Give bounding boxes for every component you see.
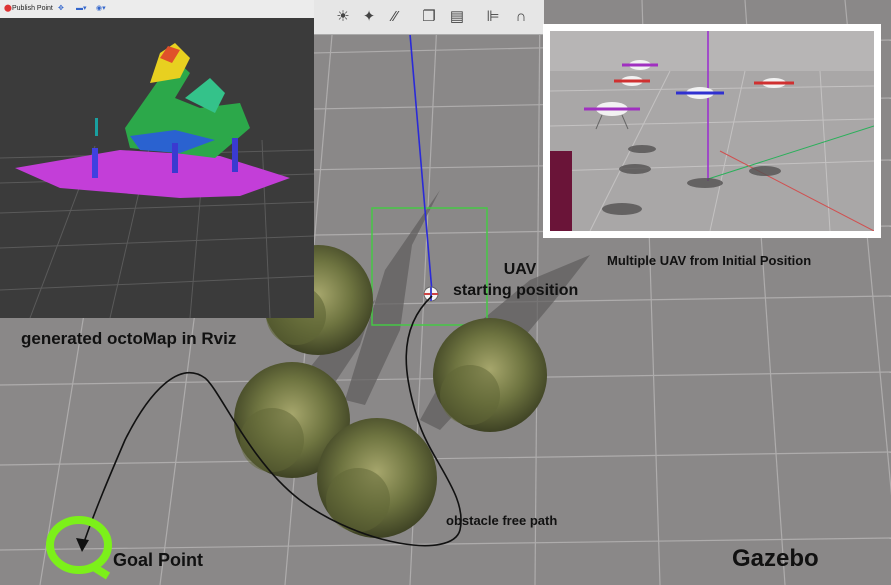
focus-camera-icon[interactable]: ◉▾ [96,2,106,16]
gazebo-toolbar: ☀ ✦ ⁄⁄ ❐ ▤ ⊫ ∩ [314,0,544,35]
paste-icon[interactable]: ▤ [446,7,468,27]
snap-magnet-icon[interactable]: ∩ [510,7,532,27]
rviz-toolbar: ⬤ Publish Point ✥ ▬▾ ◉▾ [0,0,314,19]
publish-point-icon: ⬤ [4,5,12,12]
inset-wall [550,151,572,231]
multi-uav-view [550,31,874,231]
path-caption: obstacle free path [446,513,558,528]
multi-uav-inset [543,24,881,238]
tree-4[interactable] [317,418,437,538]
move-camera-icon[interactable]: ✥ [58,2,64,16]
multi-uav-caption: Multiple UAV from Initial Position [607,253,812,268]
uav-label-line1: UAV [503,261,537,278]
tree-2[interactable] [433,318,547,432]
uav-model[interactable] [423,286,439,302]
align-icon[interactable]: ⊫ [482,7,504,27]
octomap-caption: generated octoMap in Rviz [21,329,237,348]
rviz-3d-view[interactable] [0,18,314,318]
select-icon[interactable]: ▬▾ [76,2,87,16]
screenshot-composite: ☀ ✦ ⁄⁄ ❐ ▤ ⊫ ∩ ⬤ Publish Point ✥ ▬▾ ◉▾ g… [0,0,891,585]
goal-point-caption: Goal Point [113,550,203,570]
point-light-icon[interactable]: ✦ [358,7,380,27]
gazebo-brand: Gazebo [732,545,819,572]
directional-light-icon[interactable]: ⁄⁄ [384,7,406,27]
copy-icon[interactable]: ❐ [418,7,440,27]
rviz-window: ⬤ Publish Point ✥ ▬▾ ◉▾ [0,0,314,318]
publish-point-button[interactable]: Publish Point [12,2,53,16]
sun-light-icon[interactable]: ☀ [332,7,354,27]
uav-label-line2: starting position [453,282,579,299]
